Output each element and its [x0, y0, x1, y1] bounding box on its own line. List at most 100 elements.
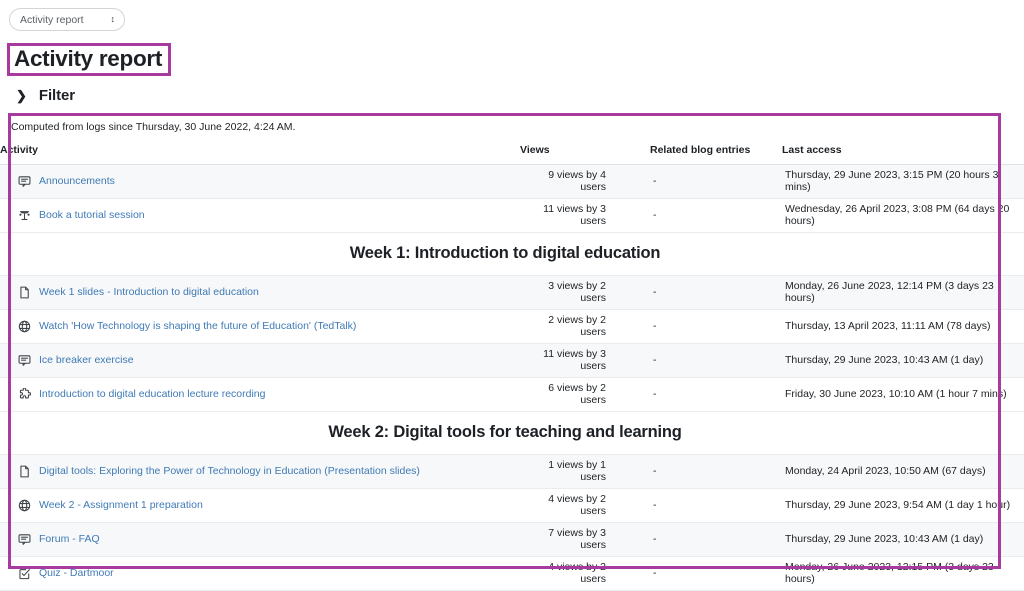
activity-link[interactable]: Quiz - Dartmoor: [39, 567, 114, 579]
forum-icon: [18, 354, 31, 367]
forum-icon: [18, 175, 31, 188]
activity-link[interactable]: Week 1 slides - Introduction to digital …: [39, 286, 259, 298]
activity-link[interactable]: Week 2 - Assignment 1 preparation: [39, 499, 203, 511]
related-blog-entries-cell: -: [650, 488, 782, 523]
views-cell: 9 views by 4 users: [520, 164, 650, 199]
activity-cell: Watch 'How Technology is shaping the fut…: [0, 309, 520, 344]
column-header-activity[interactable]: Activity: [0, 140, 520, 165]
table-row: Week 1 slides - Introduction to digital …: [0, 275, 1024, 310]
views-cell: 4 views by 2 users: [520, 556, 650, 591]
section-heading-cell: Week 1: Introduction to digital educatio…: [0, 232, 1024, 276]
views-cell: 11 views by 3 users: [520, 198, 650, 233]
activity-cell-content: Forum - FAQ: [18, 533, 519, 546]
activity-cell: Book a tutorial session: [0, 198, 520, 233]
top-bar: Activity report ↕: [0, 0, 1024, 31]
table-row: Announcements 9 views by 4 users - Thursday…: [0, 164, 1024, 199]
url-globe-icon: [18, 499, 31, 512]
views-cell: 7 views by 3 users: [520, 522, 650, 557]
activity-cell: Quiz - Dartmoor: [0, 556, 520, 591]
activity-cell-content: Ice breaker exercise: [18, 354, 519, 367]
last-access-cell: Thursday, 29 June 2023, 10:43 AM (1 day): [782, 522, 1024, 557]
related-blog-entries-cell: -: [650, 522, 782, 557]
filter-toggle[interactable]: ❯ Filter: [16, 87, 96, 104]
related-blog-entries-cell: -: [650, 377, 782, 412]
related-blog-entries-cell: -: [650, 309, 782, 344]
activity-cell: Digital tools: Exploring the Power of Te…: [0, 454, 520, 489]
table-row: Ice breaker exercise 11 views by 3 users -…: [0, 343, 1024, 378]
activity-report-region: Computed from logs since Thursday, 30 Ju…: [0, 113, 1024, 591]
table-row: Watch 'How Technology is shaping the fut…: [0, 309, 1024, 344]
last-access-cell: Thursday, 29 June 2023, 3:15 PM (20 hour…: [782, 164, 1024, 199]
url-globe-icon: [18, 320, 31, 333]
activity-report-table: Activity Views Related blog entries Last…: [0, 140, 1024, 591]
views-cell: 11 views by 3 users: [520, 343, 650, 378]
column-header-views[interactable]: Views: [520, 140, 650, 165]
column-header-related-blog-entries[interactable]: Related blog entries: [650, 140, 782, 165]
activity-link[interactable]: Introduction to digital education lectur…: [39, 388, 265, 400]
related-blog-entries-cell: -: [650, 556, 782, 591]
last-access-cell: Wednesday, 26 April 2023, 3:08 PM (64 da…: [782, 198, 1024, 233]
table-row: Quiz - Dartmoor 4 views by 2 users - Monday…: [0, 556, 1024, 591]
table-row: Digital tools: Exploring the Power of Te…: [0, 454, 1024, 489]
table-row: Forum - FAQ 7 views by 3 users - Thursday, …: [0, 522, 1024, 557]
chevron-right-icon: ❯: [16, 87, 27, 103]
forum-icon: [18, 533, 31, 546]
activity-link[interactable]: Book a tutorial session: [39, 209, 145, 221]
last-access-cell: Monday, 24 April 2023, 10:50 AM (67 days…: [782, 454, 1024, 489]
quiz-icon: [18, 567, 31, 580]
table-row: Week 2 - Assignment 1 preparation 4 views…: [0, 488, 1024, 523]
activity-cell-content: Book a tutorial session: [18, 209, 519, 222]
updown-caret-icon: ↕: [110, 14, 116, 24]
activity-cell-content: Watch 'How Technology is shaping the fut…: [18, 320, 519, 333]
section-title: Week 2: Digital tools for teaching and l…: [328, 423, 682, 442]
filter-label: Filter: [38, 86, 75, 104]
table-row: Introduction to digital education lectur…: [0, 377, 1024, 412]
file-icon: [18, 286, 31, 299]
activity-link[interactable]: Digital tools: Exploring the Power of Te…: [39, 465, 420, 477]
views-cell: 6 views by 2 users: [520, 377, 650, 412]
section-heading-row: Week 1: Introduction to digital educatio…: [0, 232, 1024, 276]
table-body: Announcements 9 views by 4 users - Thursday…: [0, 164, 1024, 591]
report-type-select[interactable]: Activity report ↕: [9, 8, 125, 31]
related-blog-entries-cell: -: [650, 164, 782, 199]
activity-link[interactable]: Watch 'How Technology is shaping the fut…: [39, 320, 356, 332]
activity-cell: Ice breaker exercise: [0, 343, 520, 378]
activity-cell-content: Introduction to digital education lectur…: [18, 387, 519, 401]
views-cell: 3 views by 2 users: [520, 275, 650, 310]
activity-link[interactable]: Ice breaker exercise: [39, 354, 134, 366]
activity-link[interactable]: Announcements: [39, 175, 115, 187]
activity-link[interactable]: Forum - FAQ: [39, 533, 100, 545]
activity-cell-content: Digital tools: Exploring the Power of Te…: [18, 465, 519, 478]
views-cell: 1 views by 1 users: [520, 454, 650, 489]
section-heading-cell: Week 2: Digital tools for teaching and l…: [0, 411, 1024, 455]
related-blog-entries-cell: -: [650, 198, 782, 233]
page-title-highlight: Activity report: [7, 43, 172, 76]
section-heading-row: Week 2: Digital tools for teaching and l…: [0, 411, 1024, 455]
table-header: Activity Views Related blog entries Last…: [0, 140, 1024, 165]
activity-cell: Announcements: [0, 164, 520, 199]
activity-cell: Week 2 - Assignment 1 preparation: [0, 488, 520, 523]
views-cell: 4 views by 2 users: [520, 488, 650, 523]
activity-cell: Forum - FAQ: [0, 522, 520, 557]
column-header-last-access[interactable]: Last access: [782, 140, 1024, 165]
related-blog-entries-cell: -: [650, 454, 782, 489]
activity-cell: Week 1 slides - Introduction to digital …: [0, 275, 520, 310]
activity-cell-content: Quiz - Dartmoor: [18, 567, 519, 580]
page-title: Activity report: [14, 46, 163, 71]
last-access-cell: Friday, 30 June 2023, 10:10 AM (1 hour 7…: [782, 377, 1024, 412]
last-access-cell: Thursday, 29 June 2023, 9:54 AM (1 day 1…: [782, 488, 1024, 523]
last-access-cell: Monday, 26 June 2023, 12:15 PM (3 days 2…: [782, 556, 1024, 591]
table-row: Book a tutorial session 11 views by 3 use…: [0, 198, 1024, 233]
puzzle-external-tool-icon: [18, 387, 31, 401]
activity-cell-content: Week 2 - Assignment 1 preparation: [18, 499, 519, 512]
section-title: Week 1: Introduction to digital educatio…: [349, 244, 661, 263]
last-access-cell: Thursday, 29 June 2023, 10:43 AM (1 day): [782, 343, 1024, 378]
activity-cell: Introduction to digital education lectur…: [0, 377, 520, 412]
related-blog-entries-cell: -: [650, 275, 782, 310]
report-type-select-value: Activity report: [20, 13, 84, 26]
views-cell: 2 views by 2 users: [520, 309, 650, 344]
activity-cell-content: Week 1 slides - Introduction to digital …: [18, 286, 519, 299]
activity-cell-content: Announcements: [18, 175, 519, 188]
computed-from-logs-note: Computed from logs since Thursday, 30 Ju…: [11, 121, 296, 133]
last-access-cell: Monday, 26 June 2023, 12:14 PM (3 days 2…: [782, 275, 1024, 310]
